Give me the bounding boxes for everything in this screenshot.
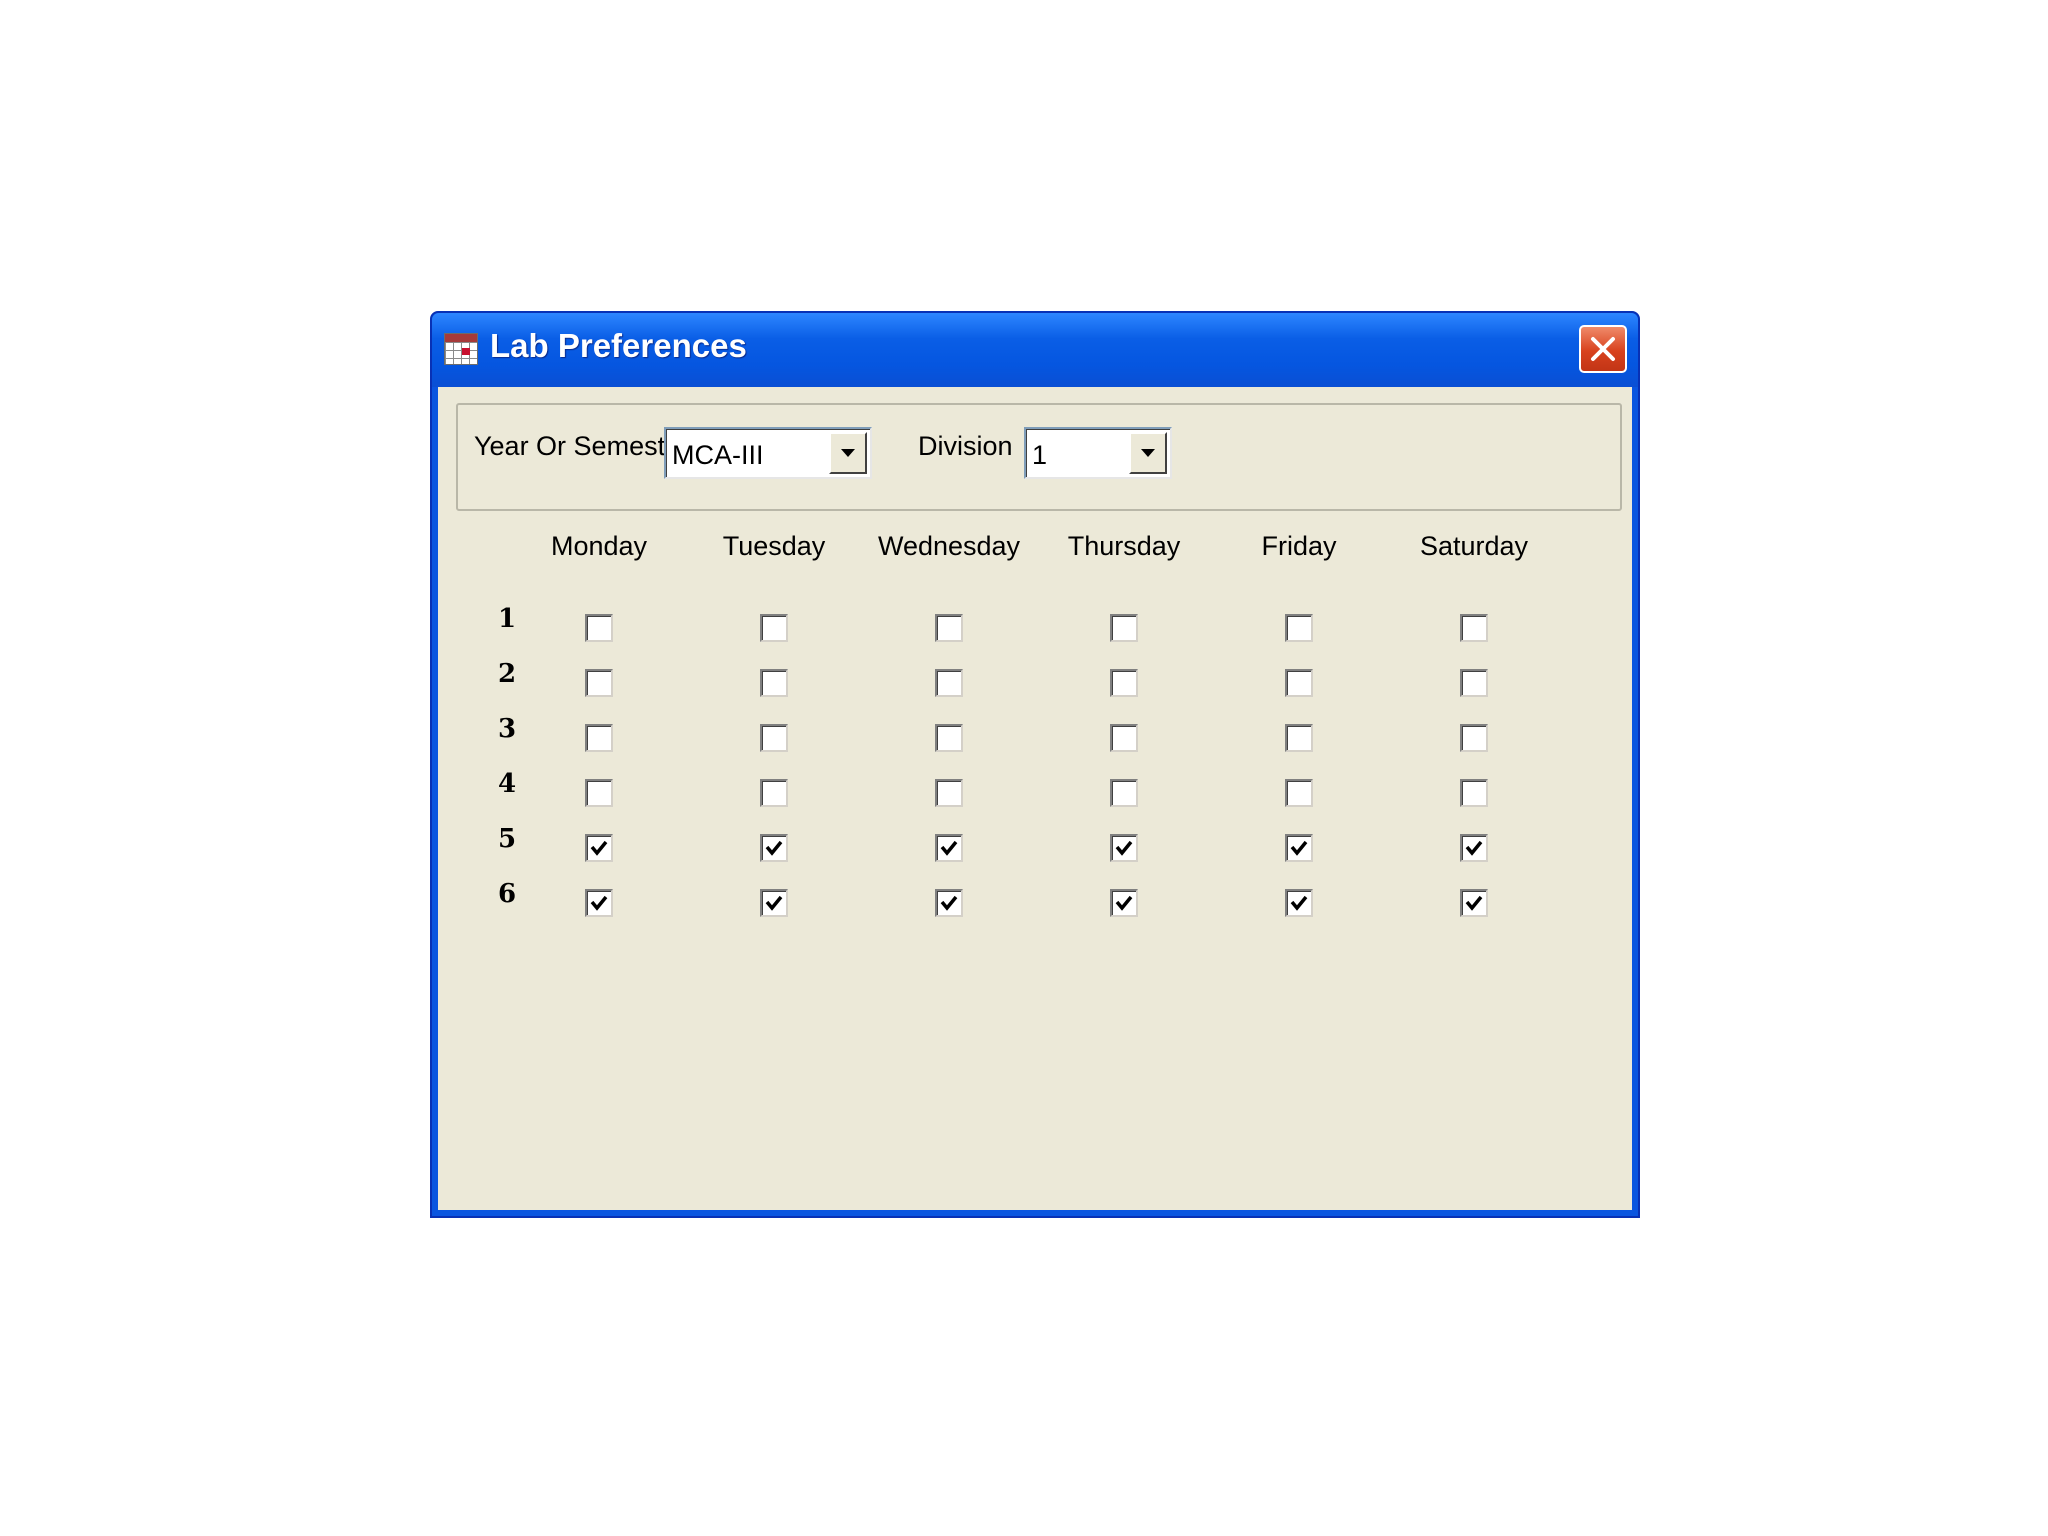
year-dropdown-button[interactable] <box>829 432 867 474</box>
checkbox-saturday-period-2[interactable] <box>1460 669 1488 697</box>
checkbox-wednesday-period-3[interactable] <box>935 724 963 752</box>
day-header-tuesday: Tuesday <box>722 531 826 561</box>
checkbox-monday-period-4[interactable] <box>585 779 613 807</box>
checkbox-thursday-period-1[interactable] <box>1110 614 1138 642</box>
checkmark-icon <box>1115 840 1133 856</box>
checkbox-friday-period-1[interactable] <box>1285 614 1313 642</box>
division-value: 1 <box>1032 440 1048 470</box>
checkmark-icon <box>1115 895 1133 911</box>
checkmark-icon <box>765 895 783 911</box>
checkmark-icon <box>940 895 958 911</box>
checkbox-wednesday-period-6[interactable] <box>935 889 963 917</box>
period-label: 5 <box>498 824 517 854</box>
calendar-icon <box>444 333 478 365</box>
checkmark-icon <box>765 840 783 856</box>
checkmark-icon <box>590 840 608 856</box>
period-label: 1 <box>498 604 517 634</box>
checkbox-monday-period-3[interactable] <box>585 724 613 752</box>
checkbox-wednesday-period-2[interactable] <box>935 669 963 697</box>
checkbox-tuesday-period-3[interactable] <box>760 724 788 752</box>
checkmark-icon <box>1465 895 1483 911</box>
checkbox-friday-period-2[interactable] <box>1285 669 1313 697</box>
period-label: 2 <box>498 659 517 689</box>
period-label: 4 <box>498 769 517 799</box>
checkbox-tuesday-period-1[interactable] <box>760 614 788 642</box>
checkbox-friday-period-6[interactable] <box>1285 889 1313 917</box>
checkbox-monday-period-6[interactable] <box>585 889 613 917</box>
checkbox-saturday-period-4[interactable] <box>1460 779 1488 807</box>
year-value: MCA-III <box>672 440 764 470</box>
checkbox-tuesday-period-5[interactable] <box>760 834 788 862</box>
checkmark-icon <box>940 840 958 856</box>
day-header-wednesday: Wednesday <box>877 531 1021 561</box>
lab-preferences-window: Lab Preferences Year Or Semester MCA-III… <box>430 311 1640 1218</box>
checkbox-thursday-period-6[interactable] <box>1110 889 1138 917</box>
checkbox-wednesday-period-5[interactable] <box>935 834 963 862</box>
checkbox-wednesday-period-1[interactable] <box>935 614 963 642</box>
checkbox-thursday-period-2[interactable] <box>1110 669 1138 697</box>
checkbox-saturday-period-3[interactable] <box>1460 724 1488 752</box>
title-bar[interactable]: Lab Preferences <box>432 313 1638 387</box>
filter-group: Year Or Semester MCA-III Division 1 <box>456 403 1622 511</box>
close-icon <box>1591 337 1615 361</box>
checkbox-friday-period-4[interactable] <box>1285 779 1313 807</box>
chevron-down-icon <box>1141 449 1155 457</box>
checkbox-tuesday-period-4[interactable] <box>760 779 788 807</box>
checkbox-monday-period-2[interactable] <box>585 669 613 697</box>
checkbox-thursday-period-4[interactable] <box>1110 779 1138 807</box>
checkbox-saturday-period-1[interactable] <box>1460 614 1488 642</box>
checkmark-icon <box>1465 840 1483 856</box>
checkbox-saturday-period-5[interactable] <box>1460 834 1488 862</box>
division-label: Division <box>918 431 1013 461</box>
day-header-thursday: Thursday <box>1067 531 1181 561</box>
checkmark-icon <box>590 895 608 911</box>
checkbox-thursday-period-5[interactable] <box>1110 834 1138 862</box>
checkbox-tuesday-period-6[interactable] <box>760 889 788 917</box>
day-header-saturday: Saturday <box>1419 531 1529 561</box>
checkbox-friday-period-5[interactable] <box>1285 834 1313 862</box>
window-title: Lab Preferences <box>490 327 747 364</box>
checkbox-friday-period-3[interactable] <box>1285 724 1313 752</box>
year-select[interactable]: MCA-III <box>664 427 872 479</box>
checkbox-wednesday-period-4[interactable] <box>935 779 963 807</box>
close-button[interactable] <box>1579 325 1627 373</box>
client-area: Year Or Semester MCA-III Division 1 Mond… <box>438 387 1632 1210</box>
day-header-monday: Monday <box>550 531 648 561</box>
checkbox-monday-period-1[interactable] <box>585 614 613 642</box>
day-header-friday: Friday <box>1261 531 1337 561</box>
division-select[interactable]: 1 <box>1024 427 1172 479</box>
checkbox-saturday-period-6[interactable] <box>1460 889 1488 917</box>
checkbox-monday-period-5[interactable] <box>585 834 613 862</box>
checkmark-icon <box>1290 895 1308 911</box>
chevron-down-icon <box>841 449 855 457</box>
division-dropdown-button[interactable] <box>1129 432 1167 474</box>
checkbox-tuesday-period-2[interactable] <box>760 669 788 697</box>
period-label: 6 <box>498 879 517 909</box>
checkbox-thursday-period-3[interactable] <box>1110 724 1138 752</box>
year-label: Year Or Semester <box>474 431 690 461</box>
period-label: 3 <box>498 714 517 744</box>
checkmark-icon <box>1290 840 1308 856</box>
